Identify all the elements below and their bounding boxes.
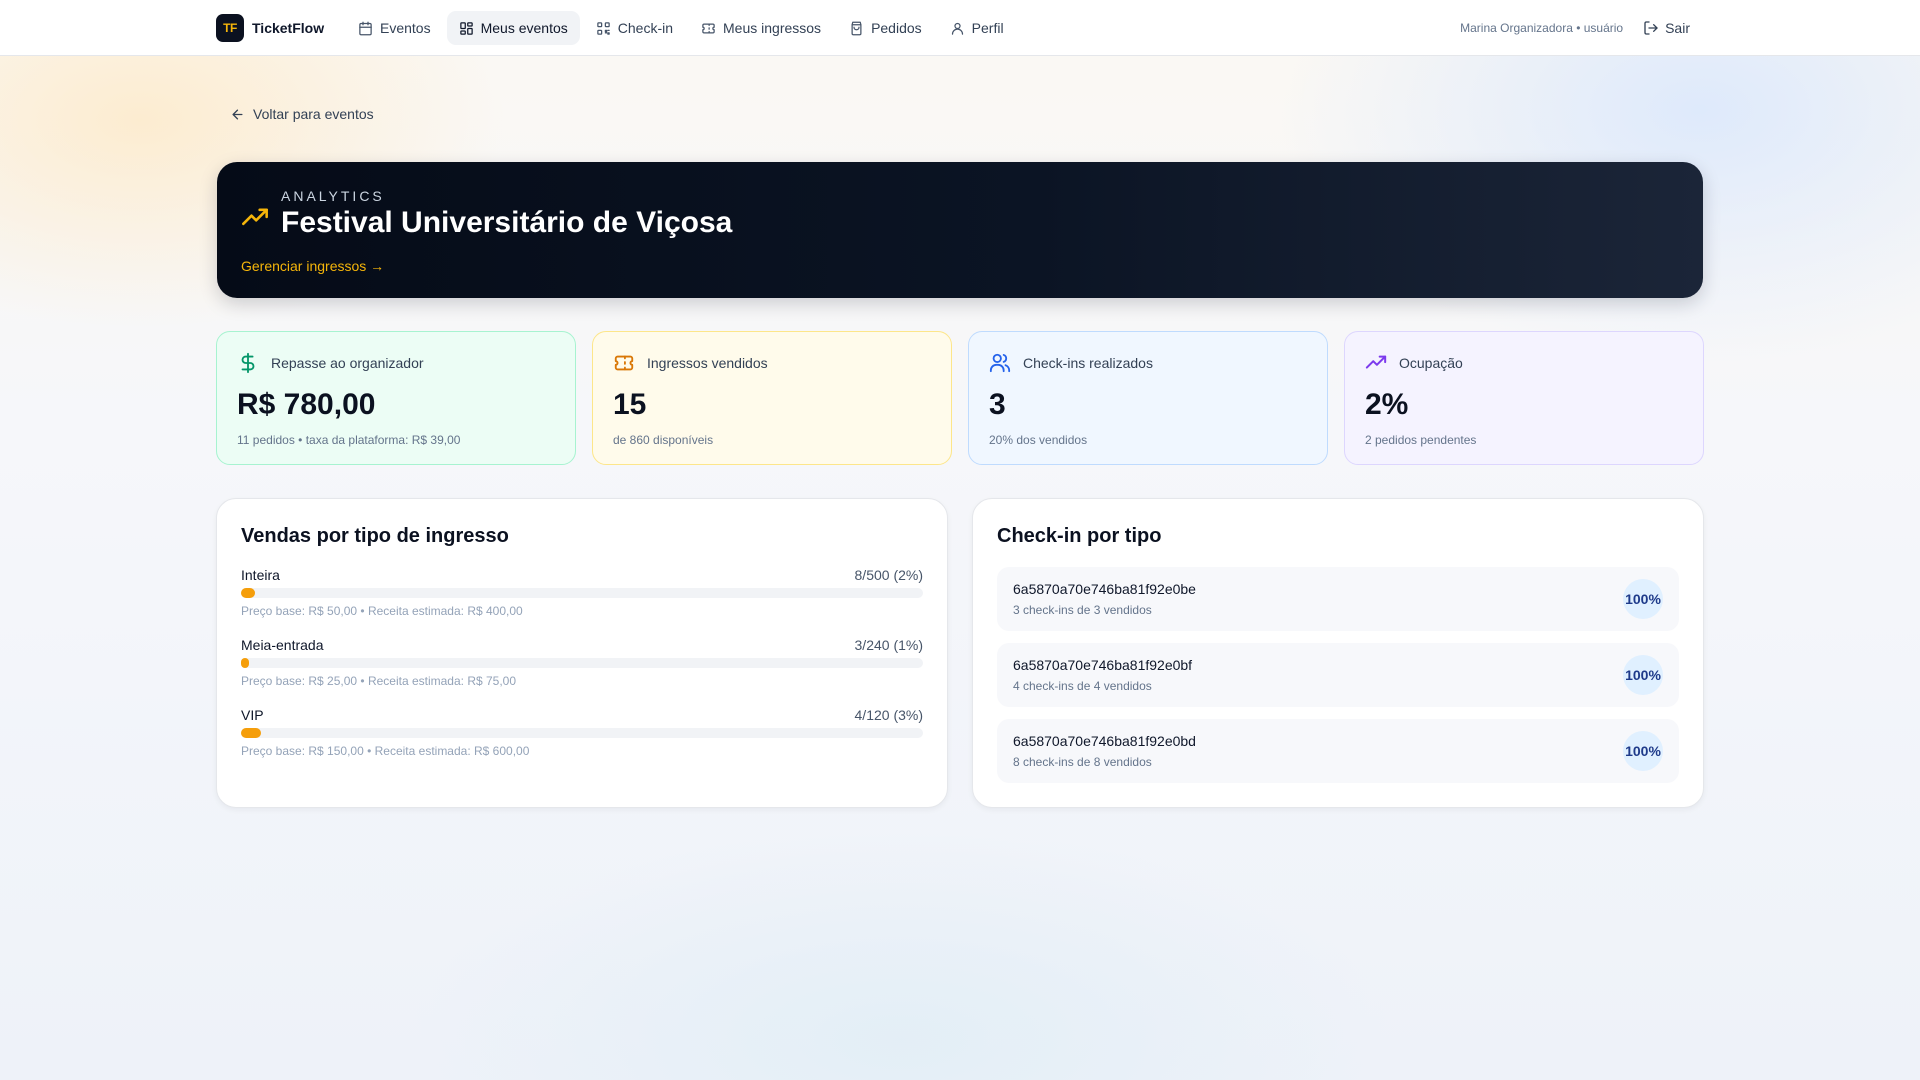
calendar-icon	[359, 21, 372, 35]
stat-value: 15	[613, 388, 647, 421]
hero-eyebrow: ANALYTICS	[281, 188, 385, 204]
back-link[interactable]: Voltar para eventos	[230, 106, 374, 122]
nav-item-pedidos[interactable]: Pedidos	[837, 11, 934, 45]
sales-progress-track	[241, 728, 923, 738]
sales-by-ticket-type-panel: Vendas por tipo de ingresso Inteira 8/50…	[216, 498, 948, 808]
top-navbar: TF TicketFlow Eventos Meus eventos Check…	[0, 0, 1920, 56]
checkin-count: 4 check-ins de 4 vendidos	[1013, 679, 1152, 693]
stat-subtext: 2 pedidos pendentes	[1365, 433, 1477, 447]
ticket-icon	[614, 355, 634, 371]
nav-item-label: Check-in	[617, 20, 674, 36]
nav-item-label: Meus eventos	[480, 20, 568, 36]
nav-item-eventos[interactable]: Eventos	[346, 11, 443, 45]
grid-icon	[459, 21, 473, 35]
nav-item-label: Meus ingressos	[723, 20, 822, 36]
ticket-type-meta: Preço base: R$ 50,00 • Receita estimada:…	[241, 604, 523, 618]
stat-card-checkins: Check-ins realizados 3 20% dos vendidos	[968, 331, 1328, 465]
trending-up-icon	[1365, 355, 1387, 369]
checkin-row: 6a5870a70e746ba81f92e0bf 4 check-ins de …	[997, 643, 1679, 707]
ticket-type-name: VIP	[241, 707, 264, 723]
checkin-percent-badge: 100%	[1623, 655, 1663, 695]
ticket-icon	[702, 23, 715, 33]
sales-progress-track	[241, 658, 923, 668]
logout-label: Sair	[1665, 20, 1690, 36]
back-link-label: Voltar para eventos	[253, 106, 374, 122]
stat-value: 2%	[1365, 388, 1409, 421]
checkin-row: 6a5870a70e746ba81f92e0be 3 check-ins de …	[997, 567, 1679, 631]
checkin-count: 3 check-ins de 3 vendidos	[1013, 603, 1152, 617]
logout-button[interactable]: Sair	[1639, 11, 1694, 45]
ticket-type-id: 6a5870a70e746ba81f92e0be	[1013, 581, 1196, 597]
stat-label: Ingressos vendidos	[647, 355, 768, 371]
ticket-type-meta: Preço base: R$ 150,00 • Receita estimada…	[241, 744, 530, 758]
manage-tickets-link[interactable]: Gerenciar ingressos →	[241, 258, 384, 274]
dollar-icon	[241, 352, 255, 374]
ticket-type-count: 3/240 (1%)	[854, 637, 923, 653]
nav-menu: Eventos Meus eventos Check-in Meus ingre…	[346, 11, 1016, 45]
sales-progress-track	[241, 588, 923, 598]
brand-name: TicketFlow	[252, 20, 325, 36]
sales-progress-fill	[241, 588, 255, 598]
sale-row: VIP 4/120 (3%) Preço base: R$ 150,00 • R…	[241, 707, 923, 758]
user-icon	[951, 22, 963, 35]
sale-row: Meia-entrada 3/240 (1%) Preço base: R$ 2…	[241, 637, 923, 688]
stat-subtext: 20% dos vendidos	[989, 433, 1088, 447]
stat-card-ingressos: Ingressos vendidos 15 de 860 disponíveis	[592, 331, 952, 465]
stat-card-ocupacao: Ocupação 2% 2 pedidos pendentes	[1344, 331, 1704, 465]
nav-item-label: Pedidos	[871, 20, 922, 36]
stat-label: Ocupação	[1399, 355, 1463, 371]
checkin-percent-badge: 100%	[1623, 731, 1663, 771]
ticket-type-count: 4/120 (3%)	[854, 707, 923, 723]
panel-title: Vendas por tipo de ingresso	[241, 525, 509, 547]
bag-icon	[851, 21, 862, 35]
stat-label: Repasse ao organizador	[271, 355, 424, 371]
ticket-type-name: Inteira	[241, 567, 280, 583]
nav-item-label: Perfil	[971, 20, 1004, 36]
qr-icon	[597, 21, 610, 35]
ticket-type-meta: Preço base: R$ 25,00 • Receita estimada:…	[241, 674, 517, 688]
ticket-type-count: 8/500 (2%)	[854, 567, 923, 583]
stat-value: 3	[989, 388, 1006, 421]
checkin-by-type-panel: Check-in por tipo 6a5870a70e746ba81f92e0…	[972, 498, 1704, 808]
stat-value: R$ 780,00	[237, 388, 376, 421]
users-icon	[989, 353, 1011, 373]
event-hero-banner: ANALYTICS Festival Universitário de Viço…	[217, 162, 1703, 298]
event-title: Festival Universitário de Viçosa	[281, 206, 733, 239]
stat-label: Check-ins realizados	[1023, 355, 1153, 371]
ticket-type-id: 6a5870a70e746ba81f92e0bd	[1013, 733, 1196, 749]
nav-user-area: Marina Organizadora • usuário Sair	[1460, 11, 1694, 45]
stats-row: Repasse ao organizador R$ 780,00 11 pedi…	[216, 331, 1704, 465]
checkin-count: 8 check-ins de 8 vendidos	[1013, 755, 1152, 769]
sales-progress-fill	[241, 728, 262, 738]
checkin-row: 6a5870a70e746ba81f92e0bd 8 check-ins de …	[997, 719, 1679, 783]
stat-subtext: 11 pedidos • taxa da plataforma: R$ 39,0…	[237, 433, 461, 447]
sales-progress-fill	[241, 658, 250, 668]
nav-item-perfil[interactable]: Perfil	[938, 11, 1016, 45]
nav-item-label: Eventos	[380, 20, 431, 36]
brand-logo: TF	[216, 14, 244, 42]
checkin-percent-badge: 100%	[1623, 579, 1663, 619]
arrow-left-icon	[232, 109, 243, 119]
sale-row: Inteira 8/500 (2%) Preço base: R$ 50,00 …	[241, 567, 923, 618]
nav-item-meus-ingressos[interactable]: Meus ingressos	[689, 11, 833, 45]
nav-item-meus-eventos[interactable]: Meus eventos	[446, 11, 580, 45]
stat-card-repasse: Repasse ao organizador R$ 780,00 11 pedi…	[216, 331, 576, 465]
panel-title: Check-in por tipo	[997, 525, 1162, 547]
nav-item-check-in[interactable]: Check-in	[584, 11, 685, 45]
user-label: Marina Organizadora • usuário	[1460, 21, 1624, 35]
stat-subtext: de 860 disponíveis	[613, 433, 714, 447]
ticket-type-name: Meia-entrada	[241, 637, 324, 653]
ticket-type-id: 6a5870a70e746ba81f92e0bf	[1013, 657, 1193, 673]
logout-icon	[1644, 21, 1658, 35]
trending-up-icon	[242, 208, 268, 226]
brand[interactable]: TF TicketFlow	[216, 14, 324, 42]
